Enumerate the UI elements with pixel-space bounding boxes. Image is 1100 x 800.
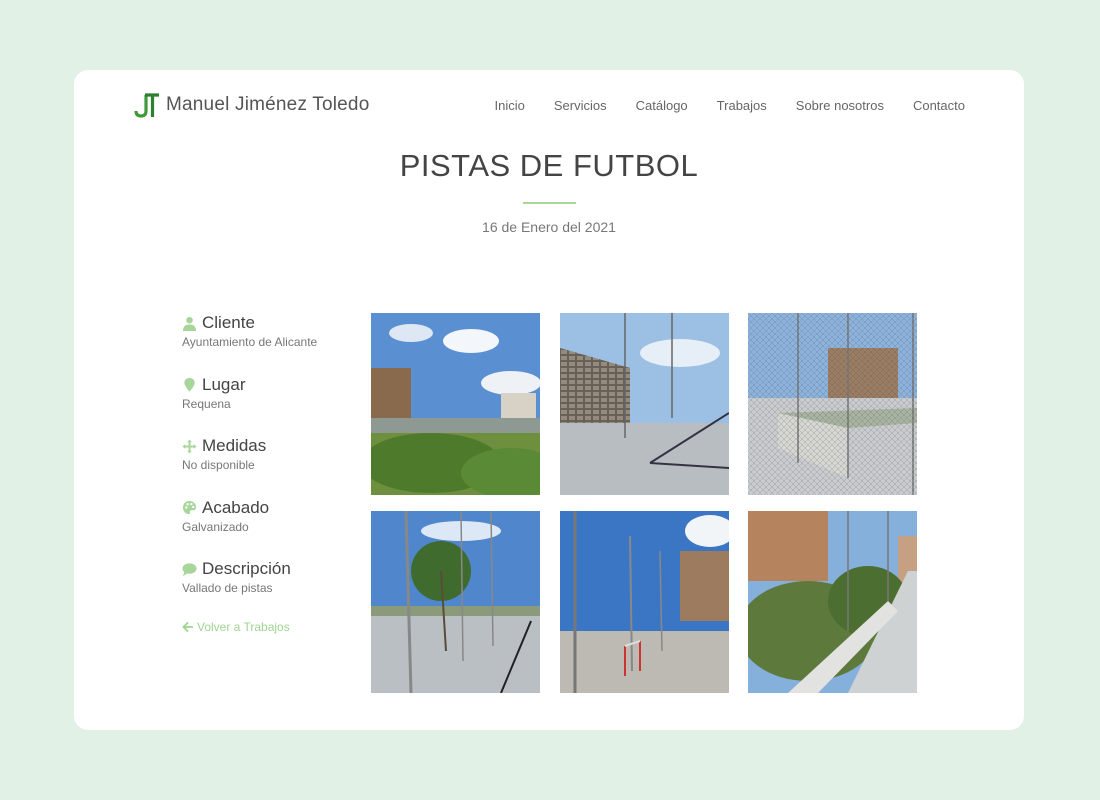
gallery-photo-1[interactable] [371, 313, 540, 495]
page-title: PISTAS DE FUTBOL [399, 148, 699, 183]
gallery-photo-6[interactable] [748, 511, 917, 693]
info-value: No disponible [182, 458, 255, 472]
info-label: Descripción [202, 559, 291, 578]
back-to-trabajos-link[interactable]: Volver a Trabajos [182, 620, 352, 634]
photo-image [371, 313, 540, 495]
project-info: Cliente Ayuntamiento de Alicante Lugar R… [182, 313, 352, 634]
content-card: Manuel Jiménez Toledo Inicio Servicios C… [74, 70, 1024, 730]
photo-gallery [371, 313, 917, 693]
nav-trabajos[interactable]: Trabajos [717, 98, 767, 113]
info-value: Vallado de pistas [182, 581, 273, 595]
site-logo[interactable]: Manuel Jiménez Toledo [134, 92, 369, 118]
info-descripcion: Descripción Vallado de pistas [182, 559, 352, 621]
photo-image [559, 511, 729, 693]
info-acabado: Acabado Galvanizado [182, 498, 352, 560]
nav-inicio[interactable]: Inicio [495, 98, 525, 113]
user-icon [182, 316, 197, 331]
info-cliente: Cliente Ayuntamiento de Alicante [182, 313, 352, 375]
logo-mark-icon [134, 93, 159, 118]
gallery-photo-2[interactable] [559, 313, 729, 495]
nav-catalogo[interactable]: Catálogo [636, 98, 688, 113]
info-medidas: Medidas No disponible [182, 436, 352, 498]
page-date: 16 de Enero del 2021 [482, 219, 616, 235]
nav-contacto[interactable]: Contacto [913, 98, 965, 113]
location-pin-icon [184, 377, 195, 392]
photo-image [559, 313, 729, 495]
photo-image [748, 511, 917, 693]
comment-icon [182, 562, 197, 576]
gallery-photo-4[interactable] [371, 511, 540, 693]
info-label: Acabado [202, 497, 270, 517]
info-label: Medidas [202, 436, 267, 455]
gallery-photo-5[interactable] [559, 511, 729, 693]
info-lugar: Lugar Requena [182, 375, 352, 437]
photo-image [371, 511, 540, 693]
info-label: Lugar [202, 374, 246, 394]
title-divider [523, 202, 576, 204]
info-label: Cliente [202, 313, 255, 332]
main-nav: Inicio Servicios Catálogo Trabajos Sobre… [495, 98, 965, 113]
info-value: Ayuntamiento de Alicante [182, 335, 318, 349]
palette-icon [182, 500, 197, 515]
arrow-left-icon [182, 621, 193, 632]
back-link-label: Volver a Trabajos [197, 619, 290, 634]
arrows-move-icon [182, 438, 197, 454]
logo-text: Manuel Jiménez Toledo [166, 94, 370, 115]
gallery-photo-3[interactable] [748, 313, 917, 495]
info-value: Requena [182, 396, 231, 411]
nav-sobre-nosotros[interactable]: Sobre nosotros [796, 98, 884, 113]
info-value: Galvanizado [182, 519, 249, 534]
nav-servicios[interactable]: Servicios [554, 98, 607, 113]
photo-image [748, 313, 917, 495]
